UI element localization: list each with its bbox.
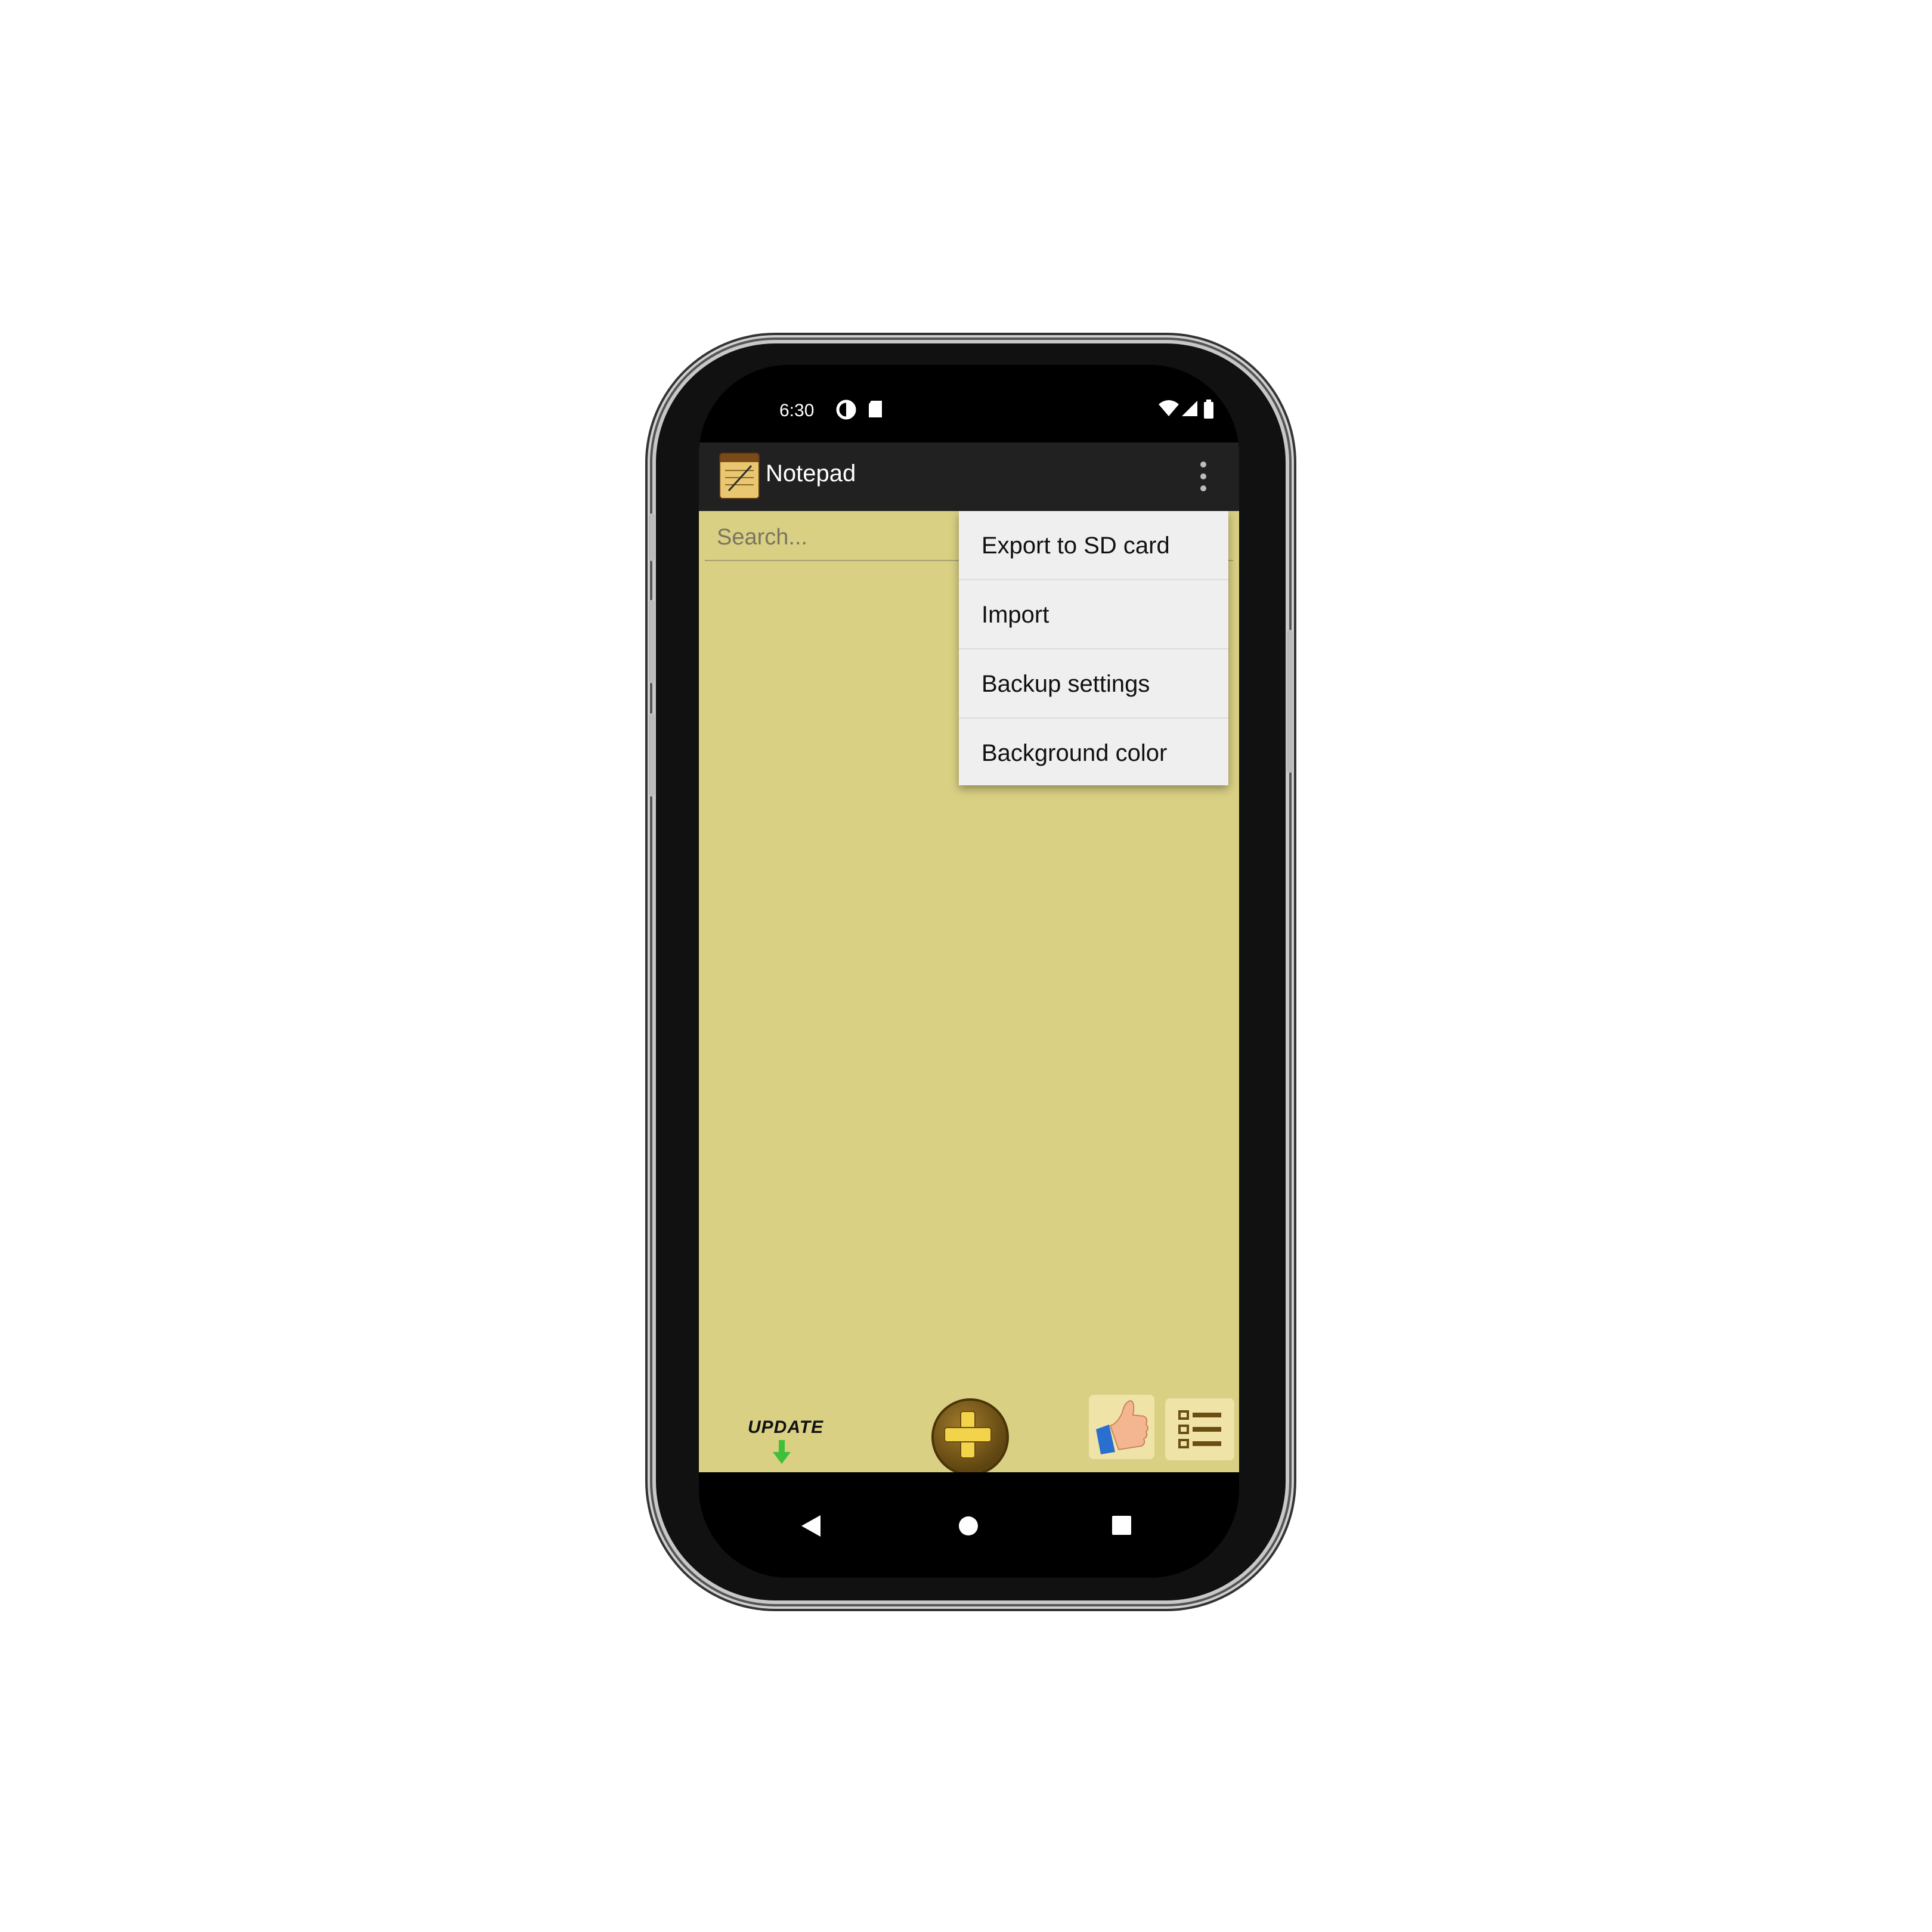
volume-up-button [649,600,655,683]
add-note-button[interactable] [931,1398,1009,1476]
notepad-app-icon [719,453,760,499]
menu-item-background-color[interactable]: Background color [959,719,1228,787]
arrow-down-icon [773,1440,791,1464]
search-input[interactable] [716,524,980,551]
thumbs-up-icon [1096,1400,1148,1454]
recents-icon[interactable] [1111,1515,1132,1535]
notes-content: Export to SD card Import Backup settings… [699,511,1239,1476]
menu-item-export[interactable]: Export to SD card [959,511,1228,580]
app-title: Notepad [766,460,856,487]
menu-item-label: Background color [982,740,1168,766]
home-icon[interactable] [958,1515,979,1537]
menu-item-label: Import [982,602,1049,628]
power-button [1287,630,1293,773]
menu-item-label: Export to SD card [982,532,1170,559]
update-button[interactable]: UPDATE [748,1417,823,1471]
more-vert-icon[interactable] [1194,460,1212,494]
update-label: UPDATE [748,1417,824,1437]
app-bar: Notepad [699,442,1239,511]
screen: 6:30 Notepad Search... Export to SD card… [699,365,1239,1578]
back-icon[interactable] [800,1514,822,1538]
battery-icon [1204,400,1213,419]
navigation-bar [699,1472,1239,1578]
volume-down-button [649,713,655,797]
list-view-icon [1178,1410,1221,1448]
data-saver-icon [836,400,856,420]
menu-item-import[interactable]: Import [959,580,1228,649]
side-button [649,513,655,561]
status-time: 6:30 [779,401,815,420]
plus-circle-icon [944,1411,992,1459]
menu-item-label: Backup settings [982,671,1150,697]
overflow-menu: Export to SD card Import Backup settings… [959,511,1228,785]
wifi-icon [1159,400,1179,416]
status-bar: 6:30 [699,365,1239,442]
phone-frame: 6:30 Notepad Search... Export to SD card… [649,343,1293,1600]
signal-icon [1182,401,1197,416]
menu-item-backup-settings[interactable]: Backup settings [959,649,1228,719]
sd-card-icon [869,401,882,417]
list-view-button[interactable] [1165,1398,1234,1460]
rate-app-button[interactable] [1089,1395,1154,1459]
